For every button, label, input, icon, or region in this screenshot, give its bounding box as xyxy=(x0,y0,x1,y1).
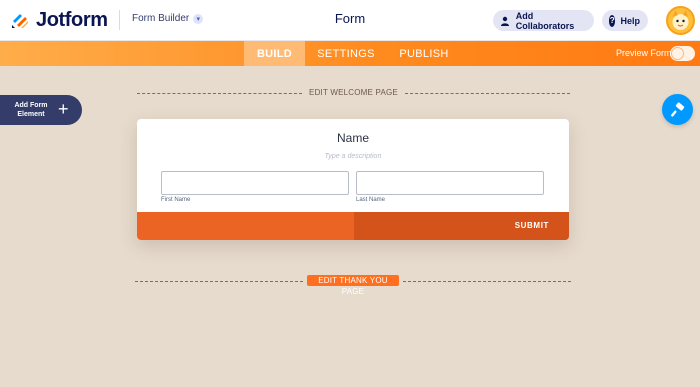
preview-form-label: Preview Form xyxy=(616,48,672,58)
form-builder-label: Form Builder xyxy=(132,13,190,24)
add-form-element-label: Add Form Element xyxy=(10,101,52,119)
dashed-line xyxy=(137,93,302,94)
tab-publish[interactable]: PUBLISH xyxy=(392,41,456,66)
tab-settings[interactable]: SETTINGS xyxy=(307,41,385,66)
description-placeholder[interactable]: Type a description xyxy=(137,153,569,160)
last-name-sublabel: Last Name xyxy=(356,197,386,203)
submit-button[interactable]: SUBMIT xyxy=(515,221,549,230)
first-name-sublabel: First Name xyxy=(161,197,191,203)
builder-nav: BUILD SETTINGS PUBLISH Preview Form xyxy=(0,41,700,66)
help-button[interactable]: ? Help xyxy=(602,10,648,31)
form-designer-button[interactable] xyxy=(662,94,693,125)
thank-you-page-separator: EDIT THANK YOU PAGE xyxy=(135,275,571,296)
avatar[interactable] xyxy=(666,6,695,35)
submit-bar: SUBMIT xyxy=(137,212,569,240)
dashed-line xyxy=(403,281,571,282)
jotform-logo-icon xyxy=(12,14,28,28)
edit-thank-you-page-link[interactable]: EDIT THANK YOU PAGE xyxy=(307,275,399,296)
add-collaborators-label: Add Collaborators xyxy=(515,10,575,31)
add-form-element-line2: Element xyxy=(17,111,45,118)
paint-roller-icon xyxy=(670,101,684,117)
toggle-knob xyxy=(672,48,683,59)
question-icon: ? xyxy=(609,14,616,27)
welcome-page-separator: EDIT WELCOME PAGE xyxy=(137,87,570,99)
dashed-line xyxy=(135,281,303,282)
add-collaborators-button[interactable]: Add Collaborators xyxy=(493,10,594,31)
header-divider xyxy=(119,10,120,30)
logo-text: Jotform xyxy=(36,8,108,31)
top-bar: Jotform Form Builder ▾ Form Add Collabor… xyxy=(0,0,700,41)
form-builder-dropdown[interactable]: Form Builder ▾ xyxy=(132,13,204,24)
add-form-element-button[interactable]: Add Form Element + xyxy=(0,95,82,125)
preview-form-toggle[interactable] xyxy=(670,46,695,61)
form-card: Name Type a description First Name Last … xyxy=(137,119,569,240)
dashed-line xyxy=(405,93,570,94)
plus-icon: + xyxy=(58,99,69,119)
help-label: Help xyxy=(620,15,640,26)
tab-build[interactable]: BUILD xyxy=(244,41,305,66)
name-field-label[interactable]: Name xyxy=(137,131,569,145)
logo[interactable]: Jotform xyxy=(10,9,108,31)
avatar-image xyxy=(672,10,689,30)
last-name-input[interactable] xyxy=(356,171,544,195)
user-icon xyxy=(500,15,511,27)
chevron-down-icon: ▾ xyxy=(193,13,204,24)
edit-welcome-page-link[interactable]: EDIT WELCOME PAGE xyxy=(305,87,402,98)
first-name-input[interactable] xyxy=(161,171,349,195)
add-form-element-line1: Add Form xyxy=(14,102,48,109)
